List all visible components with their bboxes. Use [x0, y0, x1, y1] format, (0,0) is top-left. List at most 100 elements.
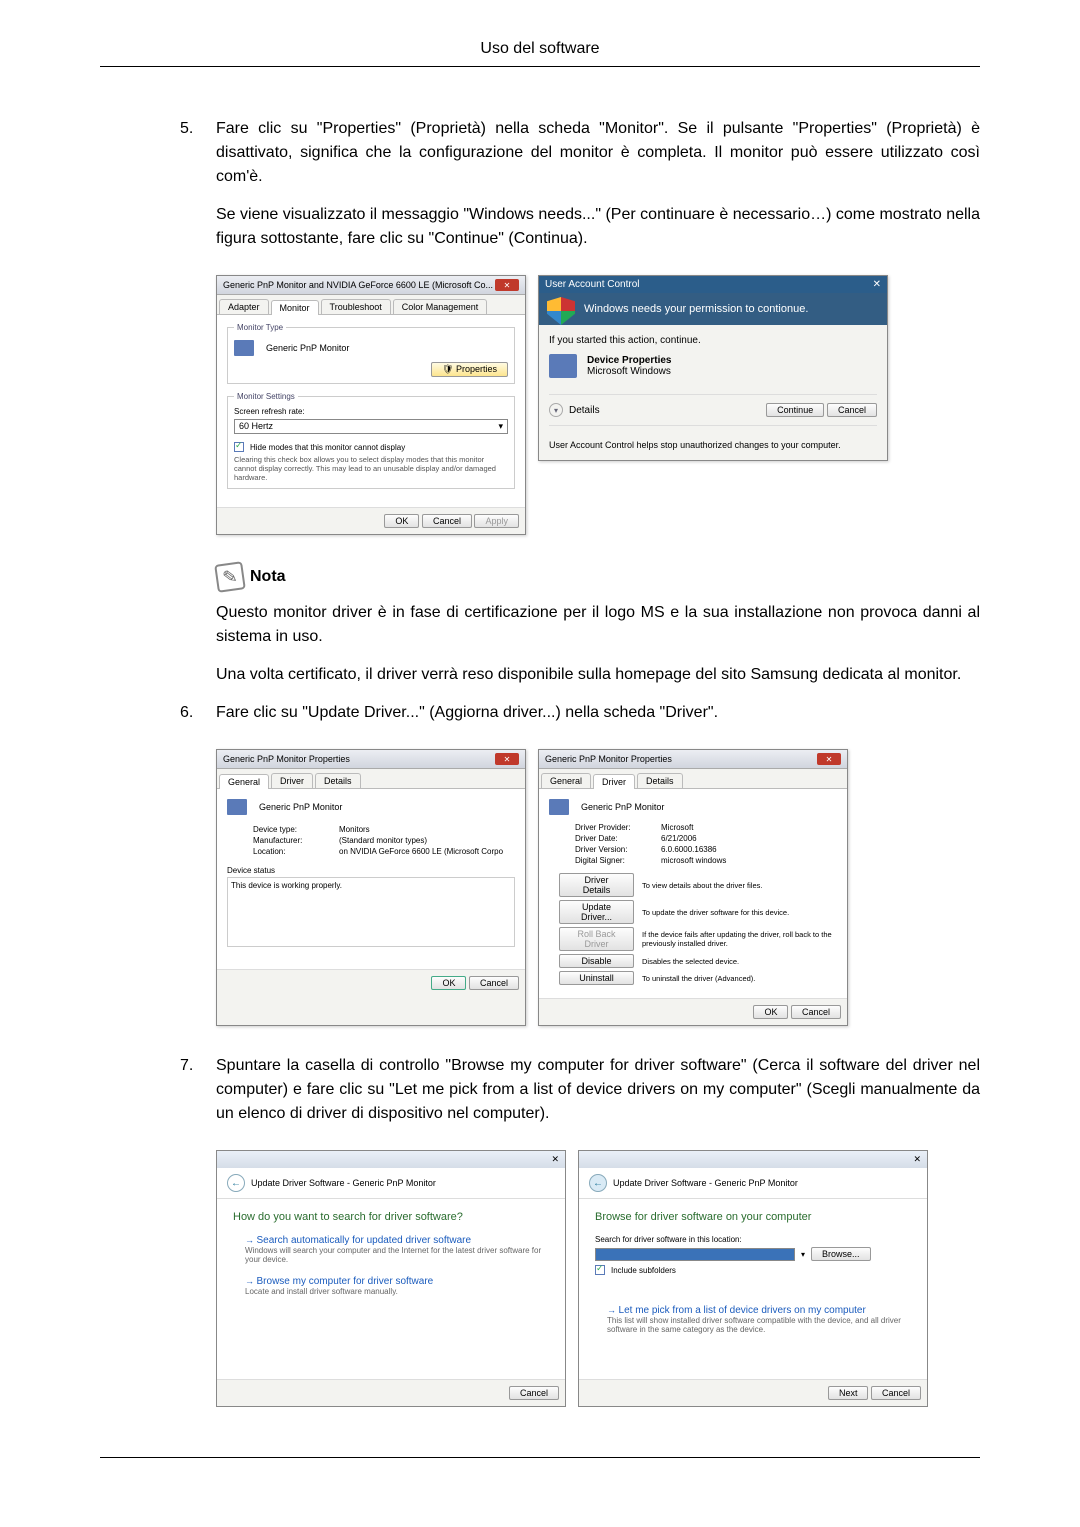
- cancel-button[interactable]: Cancel: [422, 514, 472, 528]
- uninstall-button[interactable]: Uninstall: [559, 971, 634, 985]
- tab-monitor[interactable]: Monitor: [271, 300, 319, 315]
- shield-icon: [547, 297, 575, 325]
- cancel-button[interactable]: Cancel: [469, 976, 519, 990]
- disable-button[interactable]: Disable: [559, 954, 634, 968]
- status-textarea: This device is working properly.: [227, 877, 515, 947]
- include-subfolders-checkbox[interactable]: [595, 1265, 605, 1275]
- hide-modes-desc: Clearing this check box allows you to se…: [234, 455, 508, 482]
- monitor-icon: [549, 799, 569, 815]
- hide-modes-label: Hide modes that this monitor cannot disp…: [250, 443, 405, 452]
- update-driver-button[interactable]: Update Driver...: [559, 900, 634, 924]
- program-name: Device Properties: [587, 355, 672, 366]
- search-location-label: Search for driver software in this locat…: [595, 1235, 911, 1244]
- device-properties-general: Generic PnP Monitor Properties✕ General …: [216, 749, 526, 1026]
- ok-button[interactable]: OK: [384, 514, 419, 528]
- chevron-down-icon: ▾: [498, 421, 503, 432]
- next-button[interactable]: Next: [828, 1386, 869, 1400]
- program-vendor: Microsoft Windows: [587, 366, 672, 377]
- step6-text: Fare clic su "Update Driver..." (Aggiorn…: [216, 701, 980, 725]
- update-driver-wizard-search: ✕ ← Update Driver Software - Generic PnP…: [216, 1150, 566, 1407]
- note-label: Nota: [250, 568, 286, 586]
- dialog-title: Generic PnP Monitor Properties: [545, 754, 672, 764]
- continue-button[interactable]: Continue: [766, 403, 824, 417]
- update-driver-wizard-browse: ✕ ← Update Driver Software - Generic PnP…: [578, 1150, 928, 1407]
- tab-driver[interactable]: Driver: [593, 774, 635, 789]
- uac-titlebar: User Account Control ✕: [539, 276, 887, 293]
- tab-strip: Adapter Monitor Troubleshoot Color Manag…: [217, 295, 525, 315]
- dropdown-icon[interactable]: ▾: [801, 1250, 805, 1259]
- step-number: 6.: [180, 701, 193, 725]
- hide-modes-checkbox[interactable]: [234, 442, 244, 452]
- page-header: Uso del software: [100, 40, 980, 67]
- note-text2: Una volta certificato, il driver verrà r…: [216, 663, 980, 687]
- chevron-down-icon[interactable]: ▾: [549, 403, 563, 417]
- close-icon[interactable]: ✕: [495, 279, 519, 291]
- monitor-settings-label: Monitor Settings: [234, 392, 298, 401]
- option-auto-search[interactable]: Search automatically for updated driver …: [257, 1235, 472, 1246]
- monitor-type-label: Monitor Type: [234, 323, 286, 332]
- cancel-button[interactable]: Cancel: [509, 1386, 559, 1400]
- apply-button[interactable]: Apply: [474, 514, 519, 528]
- ok-button[interactable]: OK: [753, 1005, 788, 1019]
- monitor-properties-dialog: Generic PnP Monitor and NVIDIA GeForce 6…: [216, 275, 526, 535]
- details-link[interactable]: Details: [569, 405, 600, 416]
- uac-footer-text: User Account Control helps stop unauthor…: [549, 434, 877, 450]
- monitor-icon: [234, 340, 254, 356]
- tab-adapter[interactable]: Adapter: [219, 299, 269, 314]
- step-number: 5.: [180, 117, 193, 141]
- close-icon[interactable]: ✕: [551, 1154, 559, 1165]
- status-label: Device status: [227, 866, 515, 875]
- properties-button[interactable]: 🛡 Properties: [431, 362, 508, 377]
- close-icon[interactable]: ✕: [873, 279, 881, 290]
- browse-button[interactable]: Browse...: [811, 1247, 871, 1261]
- refresh-rate-dropdown[interactable]: 60 Hertz▾: [234, 419, 508, 434]
- step7-text: Spuntare la casella di controllo "Browse…: [216, 1054, 980, 1126]
- option-browse[interactable]: Browse my computer for driver software: [257, 1276, 434, 1287]
- option-browse-desc: Locate and install driver software manua…: [245, 1287, 549, 1296]
- uac-instruction: If you started this action, continue.: [549, 335, 877, 346]
- tab-troubleshoot[interactable]: Troubleshoot: [321, 299, 391, 314]
- uac-banner: Windows needs your permission to contion…: [539, 293, 887, 325]
- breadcrumb: Update Driver Software - Generic PnP Mon…: [613, 1178, 798, 1188]
- option-pick-list[interactable]: Let me pick from a list of device driver…: [619, 1305, 866, 1316]
- back-icon[interactable]: ←: [589, 1174, 607, 1192]
- step-6: 6. Fare clic su "Update Driver..." (Aggi…: [180, 701, 980, 725]
- step5-text2: Se viene visualizzato il messaggio "Wind…: [216, 203, 980, 251]
- cancel-button[interactable]: Cancel: [791, 1005, 841, 1019]
- step-5: 5. Fare clic su "Properties" (Proprietà)…: [180, 117, 980, 251]
- monitor-icon: [227, 799, 247, 815]
- dialog-title: Generic PnP Monitor Properties: [223, 754, 350, 764]
- step-7: 7. Spuntare la casella di controllo "Bro…: [180, 1054, 980, 1126]
- option-auto-desc: Windows will search your computer and th…: [245, 1246, 549, 1264]
- ok-button[interactable]: OK: [431, 976, 466, 990]
- close-icon[interactable]: ✕: [913, 1154, 921, 1165]
- device-properties-driver: Generic PnP Monitor Properties✕ General …: [538, 749, 848, 1026]
- back-icon[interactable]: ←: [227, 1174, 245, 1192]
- include-subfolders-label: Include subfolders: [611, 1266, 676, 1275]
- driver-details-button[interactable]: Driver Details: [559, 873, 634, 897]
- uac-dialog: User Account Control ✕ Windows needs you…: [538, 275, 888, 461]
- note-icon: ✎: [214, 561, 246, 593]
- device-name: Generic PnP Monitor: [581, 802, 664, 812]
- note-text1: Questo monitor driver è in fase di certi…: [216, 601, 980, 649]
- tab-color[interactable]: Color Management: [393, 299, 488, 314]
- wizard-heading: Browse for driver software on your compu…: [595, 1211, 911, 1223]
- cancel-button[interactable]: Cancel: [827, 403, 877, 417]
- refresh-rate-label: Screen refresh rate:: [234, 407, 508, 416]
- tab-driver[interactable]: Driver: [271, 773, 313, 788]
- monitor-name: Generic PnP Monitor: [266, 343, 349, 353]
- tab-details[interactable]: Details: [315, 773, 361, 788]
- step-number: 7.: [180, 1054, 193, 1078]
- step5-text1: Fare clic su "Properties" (Proprietà) ne…: [216, 117, 980, 189]
- tab-details[interactable]: Details: [637, 773, 683, 788]
- close-icon[interactable]: ✕: [495, 753, 519, 765]
- tab-general[interactable]: General: [541, 773, 591, 788]
- wizard-question: How do you want to search for driver sof…: [233, 1211, 549, 1223]
- breadcrumb: Update Driver Software - Generic PnP Mon…: [251, 1178, 436, 1188]
- rollback-button[interactable]: Roll Back Driver: [559, 927, 634, 951]
- close-icon[interactable]: ✕: [817, 753, 841, 765]
- tab-general[interactable]: General: [219, 774, 269, 789]
- program-icon: [549, 354, 577, 378]
- cancel-button[interactable]: Cancel: [871, 1386, 921, 1400]
- path-input[interactable]: [595, 1248, 795, 1261]
